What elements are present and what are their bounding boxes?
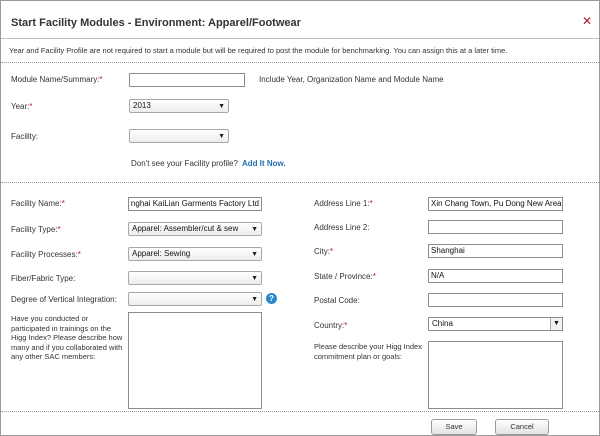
facility-type-select[interactable]: Apparel: Assembler/cut & sew ▼: [128, 222, 262, 236]
notice-divider: [1, 62, 599, 63]
chevron-down-icon: ▼: [251, 251, 258, 258]
state-province-input[interactable]: N/A: [428, 269, 563, 283]
trainings-question: Have you conducted or participated in tr…: [11, 314, 123, 361]
address-line1-input[interactable]: Xin Chang Town, Pu Dong New Area: [428, 197, 563, 211]
save-button[interactable]: Save: [431, 419, 477, 435]
chevron-down-icon: ▼: [218, 103, 225, 110]
add-facility-link[interactable]: Add It Now.: [242, 159, 286, 168]
facility-type-label: Facility Type:*: [11, 225, 61, 234]
fiber-type-label: Fiber/Fabric Type:: [11, 274, 76, 283]
facility-label: Facility:: [11, 132, 39, 141]
country-select[interactable]: China ▼: [428, 317, 563, 331]
cancel-button[interactable]: Cancel: [495, 419, 549, 435]
postal-code-input[interactable]: [428, 293, 563, 307]
vertical-integration-select[interactable]: ▼: [128, 292, 262, 306]
facility-select[interactable]: ▼: [129, 129, 229, 143]
fiber-type-select[interactable]: ▼: [128, 271, 262, 285]
close-icon[interactable]: ✕: [582, 15, 592, 27]
address-line2-label: Address Line 2:: [314, 223, 370, 232]
title-divider: [1, 38, 599, 39]
facility-name-label: Facility Name:*: [11, 199, 65, 208]
chevron-down-icon: ▼: [251, 275, 258, 282]
chevron-down-icon: ▼: [251, 296, 258, 303]
help-icon[interactable]: ?: [266, 293, 277, 304]
module-name-label: Module Name/Summary:*: [11, 75, 103, 84]
trainings-textarea[interactable]: [128, 312, 262, 409]
address-line1-label: Address Line 1:*: [314, 199, 373, 208]
facility-processes-label: Facility Processes:*: [11, 250, 81, 259]
commitment-label: Please describe your Higg Index commitme…: [314, 342, 422, 361]
facility-name-input[interactable]: nghai KaiLian Garments Factory Ltd: [128, 197, 262, 211]
footer-divider: [1, 411, 599, 412]
module-name-hint: Include Year, Organization Name and Modu…: [259, 75, 444, 84]
start-facility-modules-dialog: Start Facility Modules - Environment: Ap…: [0, 0, 600, 436]
chevron-down-icon: ▼: [550, 318, 562, 330]
year-select[interactable]: 2013 ▼: [129, 99, 229, 113]
address-line2-input[interactable]: [428, 220, 563, 234]
chevron-down-icon: ▼: [251, 226, 258, 233]
postal-code-label: Postal Code:: [314, 296, 360, 305]
section-divider: [1, 182, 599, 183]
year-label: Year:*: [11, 102, 33, 111]
state-province-label: State / Province:*: [314, 272, 376, 281]
country-label: Country:*: [314, 321, 348, 330]
facility-processes-select[interactable]: Apparel: Sewing ▼: [128, 247, 262, 261]
module-name-input[interactable]: [129, 73, 245, 87]
city-input[interactable]: Shanghai: [428, 244, 563, 258]
chevron-down-icon: ▼: [218, 133, 225, 140]
profile-question: Don't see your Facility profile?: [131, 159, 238, 168]
dialog-title: Start Facility Modules - Environment: Ap…: [11, 17, 301, 29]
notice-text: Year and Facility Profile are not requir…: [9, 46, 508, 55]
city-label: City:*: [314, 247, 334, 256]
commitment-textarea[interactable]: [428, 341, 563, 409]
vertical-integration-label: Degree of Vertical Integration:: [11, 295, 117, 304]
